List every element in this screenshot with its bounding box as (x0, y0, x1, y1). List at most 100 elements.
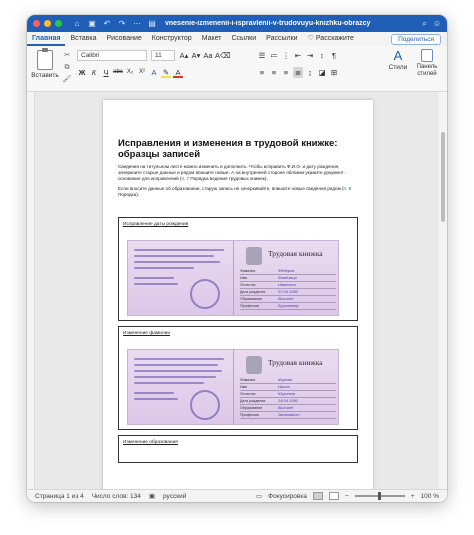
change-case-icon[interactable]: Aa (203, 50, 213, 61)
font-name-select[interactable]: Calibri (77, 50, 147, 61)
font-size-select[interactable]: 11 (151, 50, 175, 61)
zoom-window-button[interactable] (55, 20, 62, 27)
clipboard-tools: ✂ ⧉ 🖌 (61, 50, 73, 86)
subscript-button[interactable]: X₂ (125, 67, 135, 78)
cut-icon[interactable]: ✂ (61, 50, 73, 62)
handwriting-line (134, 370, 222, 372)
tab-mailings[interactable]: Рассылки (261, 32, 302, 46)
handwriting-line (134, 392, 174, 394)
example-label: Изменение образования (123, 440, 178, 445)
tab-draw[interactable]: Рисование (102, 32, 147, 46)
shading-icon[interactable]: ◪ (317, 67, 327, 78)
example-birthdate: Исправление даты рождения Трудовая книжк… (118, 217, 358, 321)
strikethrough-button[interactable]: abc (113, 67, 123, 78)
scroll-thumb[interactable] (441, 132, 445, 222)
para1-link[interactable]: п. 7 (181, 176, 189, 181)
grow-font-icon[interactable]: A▴ (179, 50, 189, 61)
zoom-in-icon[interactable]: + (411, 493, 415, 500)
paragraph-2: Если вносите данные об образовании, стар… (118, 186, 358, 198)
superscript-button[interactable]: X² (137, 67, 147, 78)
numbering-icon[interactable]: ≔ (269, 50, 279, 61)
bold-button[interactable]: Ж (77, 67, 87, 78)
more-icon[interactable]: ⋯ (132, 19, 142, 29)
web-layout-view-button[interactable] (328, 492, 339, 500)
paste-label: Вставить (31, 72, 59, 79)
zoom-out-icon[interactable]: − (345, 493, 349, 500)
stamp-icon (190, 279, 220, 309)
paragraph-row-1: ☰ ≔ ⋮ ⇤ ⇥ ↕ ¶ (257, 50, 339, 61)
align-left-icon[interactable]: ≡ (257, 67, 267, 78)
decrease-indent-icon[interactable]: ⇤ (293, 50, 303, 61)
handwriting-line (134, 283, 178, 285)
para2-text: Если вносите данные об образовании, стар… (118, 186, 344, 191)
tab-design[interactable]: Конструктор (147, 32, 197, 46)
undo-icon[interactable]: ↶ (102, 19, 112, 29)
paragraph-1: Сведения на титульном листе можно измени… (118, 164, 358, 182)
tab-references[interactable]: Ссылки (227, 32, 262, 46)
title-bar: ⌂ ▣ ↶ ↷ ⋯ ▤ vnesenie-izmenenii-i-ispravl… (27, 15, 447, 32)
book-field: Профессия Бухгалтер (240, 303, 336, 310)
handwriting-line (134, 255, 214, 257)
copy-icon[interactable]: ⧉ (61, 62, 73, 74)
window-controls (33, 20, 62, 27)
increase-indent-icon[interactable]: ⇥ (305, 50, 315, 61)
home-icon[interactable]: ⌂ (72, 19, 82, 29)
para1-end: Порядка ведения трудовых книжек). (189, 176, 268, 181)
highlight-icon[interactable]: ✎ (161, 67, 171, 78)
tab-insert[interactable]: Вставка (65, 32, 101, 46)
book-field: Профессия Экономист (240, 412, 336, 419)
language[interactable]: русский (163, 493, 186, 500)
handwriting-line (134, 382, 204, 384)
proofing-icon[interactable]: ▣ (149, 492, 155, 500)
handwriting-line (134, 277, 174, 279)
vertical-scrollbar[interactable] (439, 92, 447, 489)
tab-home[interactable]: Главная (27, 32, 66, 46)
font-color-icon[interactable]: A (173, 67, 183, 78)
styles-button[interactable]: A Стили (387, 48, 409, 71)
para2-link[interactable]: п. 8 (344, 186, 352, 191)
zoom-level[interactable]: 100 % (421, 493, 439, 500)
format-painter-icon[interactable]: 🖌 (61, 74, 73, 86)
stamp-icon (190, 390, 220, 420)
print-layout-view-button[interactable] (312, 492, 323, 500)
redo-icon[interactable]: ↷ (117, 19, 127, 29)
account-icon[interactable]: ☺ (433, 19, 441, 29)
lightbulb-icon: ♡ (307, 35, 314, 42)
word-doc-icon: ▤ (148, 18, 156, 28)
page-count[interactable]: Страница 1 из 4 (35, 493, 84, 500)
status-bar-right: ▭ Фокусировка − + 100 % (256, 492, 439, 500)
zoom-slider-knob[interactable] (377, 492, 381, 500)
word-count[interactable]: Число слов: 134 (92, 493, 141, 500)
bullets-icon[interactable]: ☰ (257, 50, 267, 61)
focus-mode[interactable]: Фокусировка (268, 493, 307, 500)
justify-icon[interactable]: ≣ (293, 67, 303, 78)
book-title: Трудовая книжка (268, 249, 323, 258)
tell-me-search[interactable]: ♡ Расскажите (303, 32, 359, 46)
italic-button[interactable]: К (89, 67, 99, 78)
align-right-icon[interactable]: ≡ (281, 67, 291, 78)
text-effects-icon[interactable]: A (149, 67, 159, 78)
search-icon[interactable]: ⌕ (422, 19, 426, 29)
close-window-button[interactable] (33, 20, 40, 27)
share-button[interactable]: Поделиться (391, 33, 441, 45)
clear-format-icon[interactable]: A⌫ (215, 50, 231, 61)
focus-icon[interactable]: ▭ (256, 492, 262, 500)
line-spacing-icon[interactable]: ↨ (305, 67, 315, 78)
paste-button[interactable]: Вставить (30, 48, 60, 79)
multilevel-list-icon[interactable]: ⋮ (281, 50, 291, 61)
styles-pane-button[interactable]: Панель стилей (409, 48, 445, 78)
zoom-slider[interactable] (354, 492, 405, 500)
sort-icon[interactable]: ↕ (317, 50, 327, 61)
shrink-font-icon[interactable]: A▾ (191, 50, 201, 61)
tab-layout[interactable]: Макет (197, 32, 227, 46)
align-center-icon[interactable]: ≡ (269, 67, 279, 78)
show-marks-icon[interactable]: ¶ (329, 50, 339, 61)
styles-pane-icon (421, 49, 433, 62)
document-canvas[interactable]: Исправления и изменения в трудовой книжк… (27, 92, 447, 489)
save-icon[interactable]: ▣ (87, 19, 97, 29)
borders-icon[interactable]: ⊞ (329, 67, 339, 78)
underline-button[interactable]: Ч (101, 67, 111, 78)
status-bar: Страница 1 из 4 Число слов: 134 ▣ русски… (27, 489, 447, 502)
document-page[interactable]: Исправления и изменения в трудовой книжк… (103, 100, 373, 489)
minimize-window-button[interactable] (44, 20, 51, 27)
